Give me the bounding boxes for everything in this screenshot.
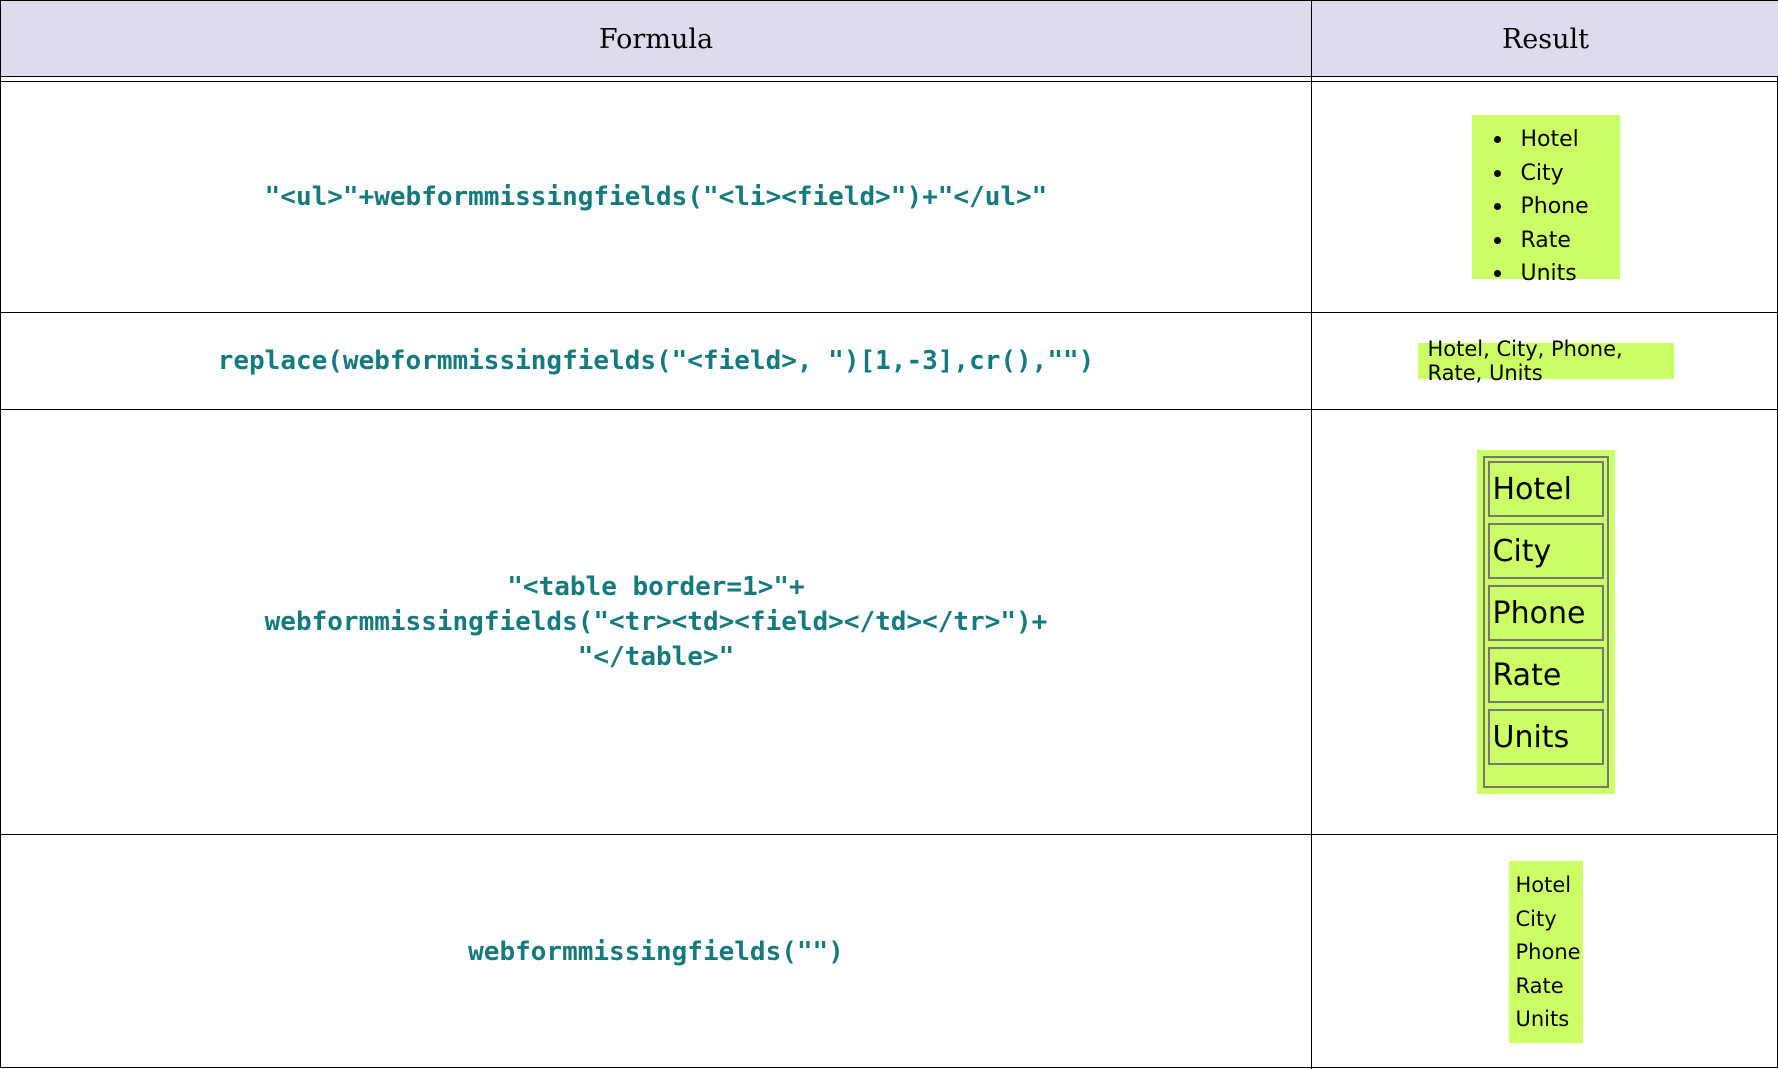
formula-column-header: Formula: [598, 23, 714, 55]
table-row-1-result: Hotel City Phone Rate Units: [1312, 82, 1778, 312]
formula-text: "<table border=1>"+ webformmissingfields(…: [264, 571, 1048, 672]
comma-list-result: Hotel, City, Phone, Rate, Units: [1417, 337, 1674, 385]
table-row-4-formula: webformmissingfields(""): [1, 835, 1311, 1069]
bullet-icon: [1493, 236, 1501, 244]
table-cell: Phone: [1487, 585, 1604, 641]
table-cell: Hotel: [1487, 461, 1604, 517]
bordered-table-result: Hotel City Phone Rate Units: [1476, 450, 1615, 794]
list-item: Hotel: [1493, 123, 1600, 157]
table-row-4-result: Hotel City Phone Rate Units: [1312, 835, 1778, 1069]
result-column-header: Result: [1501, 23, 1590, 55]
table-row-2-formula: replace(webformmissingfields("<field>, "…: [1, 313, 1311, 409]
table-row-2-result: Hotel, City, Phone, Rate, Units: [1312, 313, 1778, 409]
table-row-1-formula: "<ul>"+webformmissingfields("<li><field>…: [1, 82, 1311, 312]
bullet-icon: [1493, 169, 1501, 177]
list-item: City: [1493, 157, 1600, 191]
plain-list-result: Hotel City Phone Rate Units: [1508, 861, 1583, 1043]
formula-text: webformmissingfields(""): [468, 936, 844, 967]
list-item: Units: [1493, 257, 1600, 291]
table-cell: City: [1487, 523, 1604, 579]
bullet-icon: [1493, 203, 1501, 211]
list-item: Units: [1515, 1007, 1570, 1031]
list-item: Rate: [1515, 973, 1564, 998]
list-item: Rate: [1493, 224, 1600, 258]
bullet-icon: [1493, 136, 1501, 144]
bullet-icon: [1493, 270, 1501, 278]
table-row-3-result: Hotel City Phone Rate Units: [1312, 410, 1778, 834]
table-header: Formula Result: [1, 1, 1778, 77]
table-row-3-formula: "<table border=1>"+ webformmissingfields(…: [1, 410, 1311, 834]
list-item: Hotel: [1515, 873, 1572, 897]
list-item: Phone: [1515, 940, 1581, 964]
bulleted-list-result: Hotel City Phone Rate Units: [1471, 115, 1620, 286]
list-item: Phone: [1493, 190, 1600, 224]
formula-table: Formula Result "<ul>"+webformmissingfiel…: [0, 0, 1778, 1069]
formula-text: "<ul>"+webformmissingfields("<li><field>…: [264, 181, 1048, 212]
result-table-frame: Hotel City Phone Rate Units: [1482, 456, 1609, 788]
list-item: City: [1515, 906, 1557, 931]
formula-text: replace(webformmissingfields("<field>, "…: [217, 345, 1095, 376]
table-cell: Units: [1487, 709, 1604, 765]
table-cell: Rate: [1487, 647, 1604, 703]
